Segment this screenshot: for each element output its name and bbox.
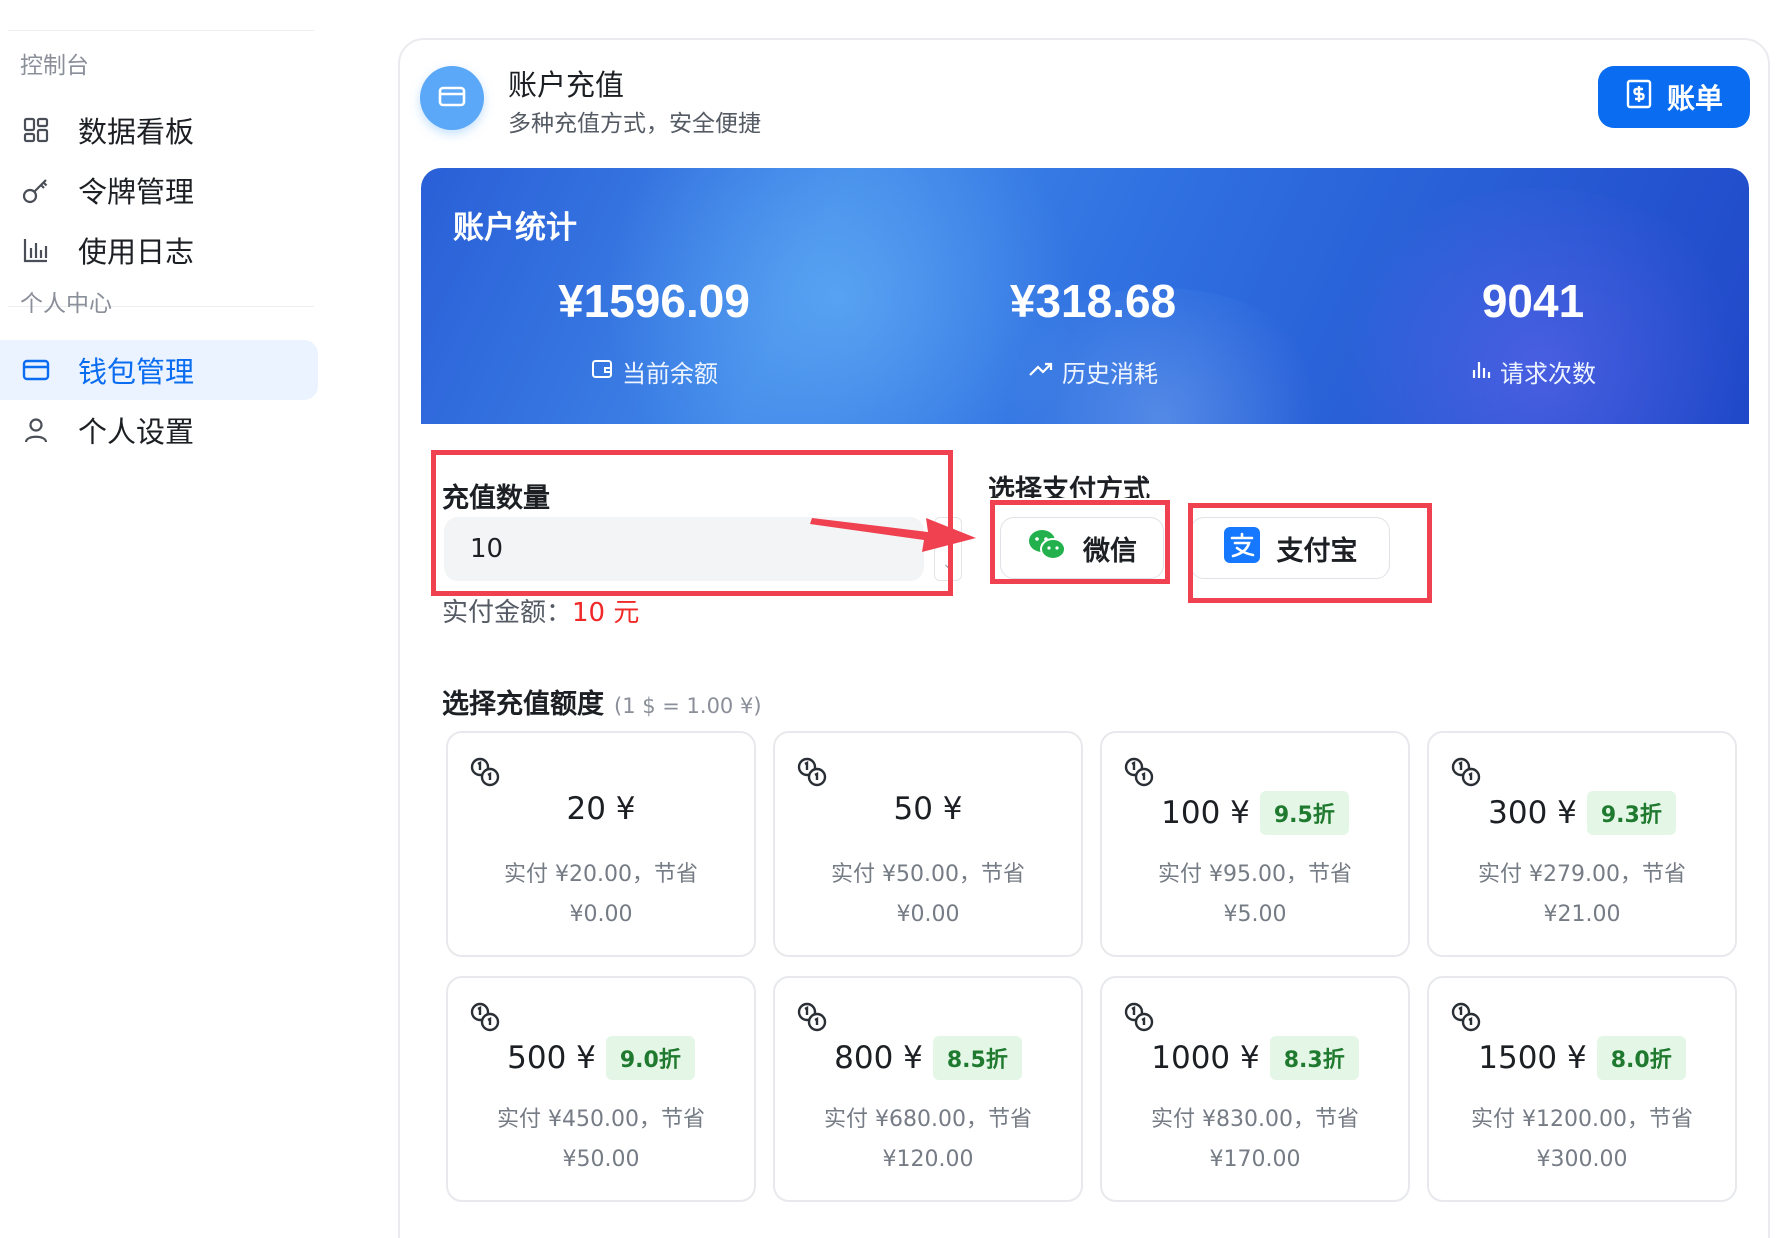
coins-icon [1122, 1000, 1156, 1038]
stats-title: 账户统计 [453, 210, 577, 246]
user-icon [18, 412, 54, 448]
bar-chart-icon [18, 232, 54, 268]
package-card[interactable]: 50 ¥ 实付 ¥50.00，节省 ¥0.00 [773, 731, 1083, 957]
package-amount: 500 ¥ [507, 1040, 596, 1076]
discount-badge: 9.3折 [1586, 791, 1676, 835]
package-save-line: ¥120.00 [882, 1147, 974, 1172]
package-pay-line: 实付 ¥279.00，节省 [1478, 862, 1686, 887]
stat-value: 9041 [1481, 275, 1585, 327]
stat-label: 当前余额 [622, 360, 718, 388]
package-pay-line: 实付 ¥450.00，节省 [497, 1107, 705, 1132]
package-card[interactable]: 300 ¥ 9.3折 实付 ¥279.00，节省 ¥21.00 [1427, 731, 1737, 957]
page-subtitle: 多种充值方式，安全便捷 [508, 111, 761, 137]
wallet-icon [590, 357, 614, 387]
package-save-line: ¥5.00 [1223, 902, 1287, 927]
packages-title: 选择充值额度 (1 $ = 1.00 ¥) [442, 682, 762, 721]
card-header-avatar [420, 66, 484, 130]
wallet-icon [18, 352, 54, 388]
coins-icon [1449, 755, 1483, 793]
package-amount: 100 ¥ [1161, 795, 1250, 831]
package-amount: 50 ¥ [893, 791, 963, 827]
package-pay-line: 实付 ¥95.00，节省 [1158, 862, 1352, 887]
annotation-box-wechat [990, 500, 1170, 584]
stat-balance: ¥1596.09 当前余额 [444, 274, 864, 389]
package-amount: 20 ¥ [566, 791, 636, 827]
stat-value: ¥318.68 [1009, 275, 1177, 327]
discount-badge: 8.5折 [932, 1036, 1022, 1080]
sidebar-item-logs[interactable]: 使用日志 [0, 220, 318, 280]
page-title: 账户充值 [508, 68, 625, 102]
discount-badge: 9.5折 [1259, 791, 1349, 835]
sidebar-item-label: 钱包管理 [78, 355, 195, 389]
credit-card-icon [437, 81, 467, 115]
package-amount: 300 ¥ [1488, 795, 1577, 831]
package-pay-line: 实付 ¥830.00，节省 [1151, 1107, 1359, 1132]
package-card[interactable]: 100 ¥ 9.5折 实付 ¥95.00，节省 ¥5.00 [1100, 731, 1410, 957]
key-icon [18, 172, 54, 208]
package-save-line: ¥50.00 [562, 1147, 640, 1172]
package-card[interactable]: 800 ¥ 8.5折 实付 ¥680.00，节省 ¥120.00 [773, 976, 1083, 1202]
coins-icon [468, 1000, 502, 1038]
packages-title-text: 选择充值额度 [442, 689, 604, 720]
package-pay-line: 实付 ¥20.00，节省 [504, 862, 698, 887]
package-card[interactable]: 20 ¥ 实付 ¥20.00，节省 ¥0.00 [446, 731, 756, 957]
stat-requests: 9041 请求次数 [1323, 274, 1743, 389]
bill-button-label: 账单 [1666, 82, 1723, 115]
bill-button[interactable]: 账单 [1598, 66, 1750, 128]
annotation-box-alipay [1188, 503, 1432, 603]
coins-icon [468, 755, 502, 793]
sidebar-section-console: 控制台 [20, 53, 89, 79]
package-card[interactable]: 1000 ¥ 8.3折 实付 ¥830.00，节省 ¥170.00 [1100, 976, 1410, 1202]
discount-badge: 9.0折 [605, 1036, 695, 1080]
package-card[interactable]: 500 ¥ 9.0折 实付 ¥450.00，节省 ¥50.00 [446, 976, 756, 1202]
coins-icon [795, 1000, 829, 1038]
package-save-line: ¥0.00 [569, 902, 633, 927]
receipt-icon [1625, 79, 1653, 116]
package-pay-line: 实付 ¥1200.00，节省 [1471, 1107, 1693, 1132]
coins-icon [1122, 755, 1156, 793]
annotation-arrow [810, 518, 976, 552]
package-amount: 1500 ¥ [1478, 1040, 1587, 1076]
package-save-line: ¥21.00 [1543, 902, 1621, 927]
discount-badge: 8.3折 [1269, 1036, 1359, 1080]
coins-icon [795, 755, 829, 793]
sidebar-item-label: 令牌管理 [78, 175, 195, 209]
package-amount: 800 ¥ [834, 1040, 923, 1076]
exchange-rate: (1 $ = 1.00 ¥) [614, 694, 762, 718]
discount-badge: 8.0折 [1596, 1036, 1686, 1080]
sidebar-item-dashboard[interactable]: 数据看板 [0, 100, 318, 160]
sidebar: 控制台 数据看板 令牌管理 使用日志 个人中心 钱包管理 个人设置 [0, 0, 320, 1238]
sidebar-top-divider [8, 30, 314, 31]
pay-amount-label: 实付金额： [442, 598, 573, 628]
package-amount: 1000 ¥ [1151, 1040, 1260, 1076]
sidebar-item-tokens[interactable]: 令牌管理 [0, 160, 318, 220]
payment-method-label: 选择支付方式 [988, 475, 1150, 498]
bar-chart-icon [1470, 358, 1492, 386]
pay-amount: 实付金额：10 元 [442, 592, 639, 629]
stat-label: 历史消耗 [1062, 360, 1158, 388]
package-save-line: ¥300.00 [1536, 1147, 1628, 1172]
pay-amount-value: 10 元 [572, 598, 640, 628]
sidebar-item-label: 数据看板 [78, 115, 195, 149]
stat-value: ¥1596.09 [558, 275, 750, 327]
account-stats-banner: 账户统计 ¥1596.09 当前余额 ¥318.68 历史消耗 9041 请求次… [421, 168, 1749, 424]
sidebar-item-label: 个人设置 [78, 415, 195, 449]
package-save-line: ¥170.00 [1209, 1147, 1301, 1172]
dashboard-icon [18, 112, 54, 148]
sidebar-item-wallet[interactable]: 钱包管理 [0, 340, 318, 400]
sidebar-section-personal: 个人中心 [20, 291, 112, 317]
sidebar-item-settings[interactable]: 个人设置 [0, 400, 318, 460]
package-pay-line: 实付 ¥50.00，节省 [831, 862, 1025, 887]
stat-consumption: ¥318.68 历史消耗 [883, 274, 1303, 389]
package-card[interactable]: 1500 ¥ 8.0折 实付 ¥1200.00，节省 ¥300.00 [1427, 976, 1737, 1202]
trend-icon [1028, 358, 1054, 386]
coins-icon [1449, 1000, 1483, 1038]
package-pay-line: 实付 ¥680.00，节省 [824, 1107, 1032, 1132]
stat-label: 请求次数 [1500, 360, 1596, 388]
sidebar-item-label: 使用日志 [78, 235, 195, 269]
package-save-line: ¥0.00 [896, 902, 960, 927]
